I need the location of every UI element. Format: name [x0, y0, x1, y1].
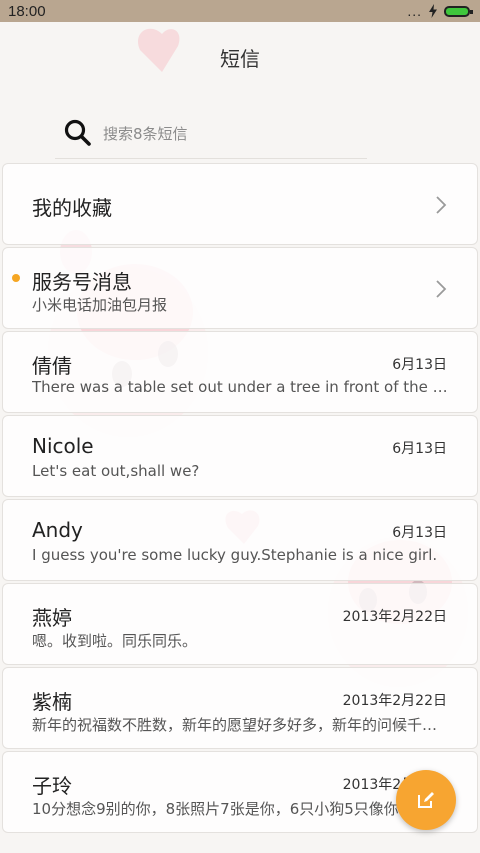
search-placeholder: 搜索8条短信: [103, 124, 188, 143]
app-header: 短信: [0, 22, 480, 92]
contact-name: Nicole: [32, 434, 94, 458]
message-snippet: 嗯。收到啦。同乐同乐。: [32, 632, 198, 650]
battery-icon: [444, 5, 473, 17]
message-date: 6月13日: [392, 525, 447, 541]
message-snippet: 10分想念9别的你，8张照片7张是你，6只小狗5只像你: [32, 800, 399, 818]
message-snippet: I guess you're some lucky guy.Stephanie …: [32, 546, 438, 564]
contact-name: 倩倩: [32, 354, 72, 378]
search-icon: [64, 119, 91, 146]
message-date: 6月13日: [392, 357, 447, 373]
favorites-row[interactable]: 我的收藏: [2, 163, 478, 245]
message-date: 2013年2月22日: [342, 609, 447, 625]
favorites-label: 我的收藏: [32, 196, 112, 220]
status-bar: 18:00 ...: [0, 0, 480, 22]
service-messages-label: 服务号消息: [32, 270, 132, 294]
service-messages-row[interactable]: 服务号消息 小米电话加油包月报: [2, 247, 478, 329]
message-snippet: 新年的祝福数不胜数，新年的愿望好多好多，新年的问候千千万万: [32, 716, 452, 734]
conversation-row[interactable]: 倩倩 6月13日 There was a table set out under…: [2, 331, 478, 413]
contact-name: 燕婷: [32, 606, 72, 630]
message-snippet: Let's eat out,shall we?: [32, 462, 200, 480]
status-icons: ...: [407, 3, 473, 19]
page-title: 短信: [220, 46, 260, 71]
conversation-row[interactable]: 燕婷 2013年2月22日 嗯。收到啦。同乐同乐。: [2, 583, 478, 665]
conversation-row[interactable]: Nicole 6月13日 Let's eat out,shall we?: [2, 415, 478, 497]
contact-name: Andy: [32, 518, 83, 542]
message-snippet: There was a table set out under a tree i…: [32, 378, 452, 396]
service-messages-subtitle: 小米电话加油包月报: [32, 296, 168, 314]
signal-dots: ...: [407, 3, 422, 19]
chevron-right-icon: [436, 196, 447, 214]
status-time: 18:00: [8, 2, 46, 20]
charging-icon: [429, 4, 437, 18]
chevron-right-icon: [436, 280, 447, 298]
unread-dot: [12, 274, 20, 282]
search-bar[interactable]: 搜索8条短信: [55, 108, 367, 159]
conversation-row[interactable]: 紫楠 2013年2月22日 新年的祝福数不胜数，新年的愿望好多好多，新年的问候千…: [2, 667, 478, 749]
message-date: 2013年2月22日: [342, 693, 447, 709]
compose-icon: [418, 792, 434, 808]
contact-name: 子玲: [32, 774, 72, 798]
conversation-row[interactable]: Andy 6月13日 I guess you're some lucky guy…: [2, 499, 478, 581]
compose-button[interactable]: [396, 770, 456, 830]
contact-name: 紫楠: [32, 690, 72, 714]
message-date: 6月13日: [392, 441, 447, 457]
